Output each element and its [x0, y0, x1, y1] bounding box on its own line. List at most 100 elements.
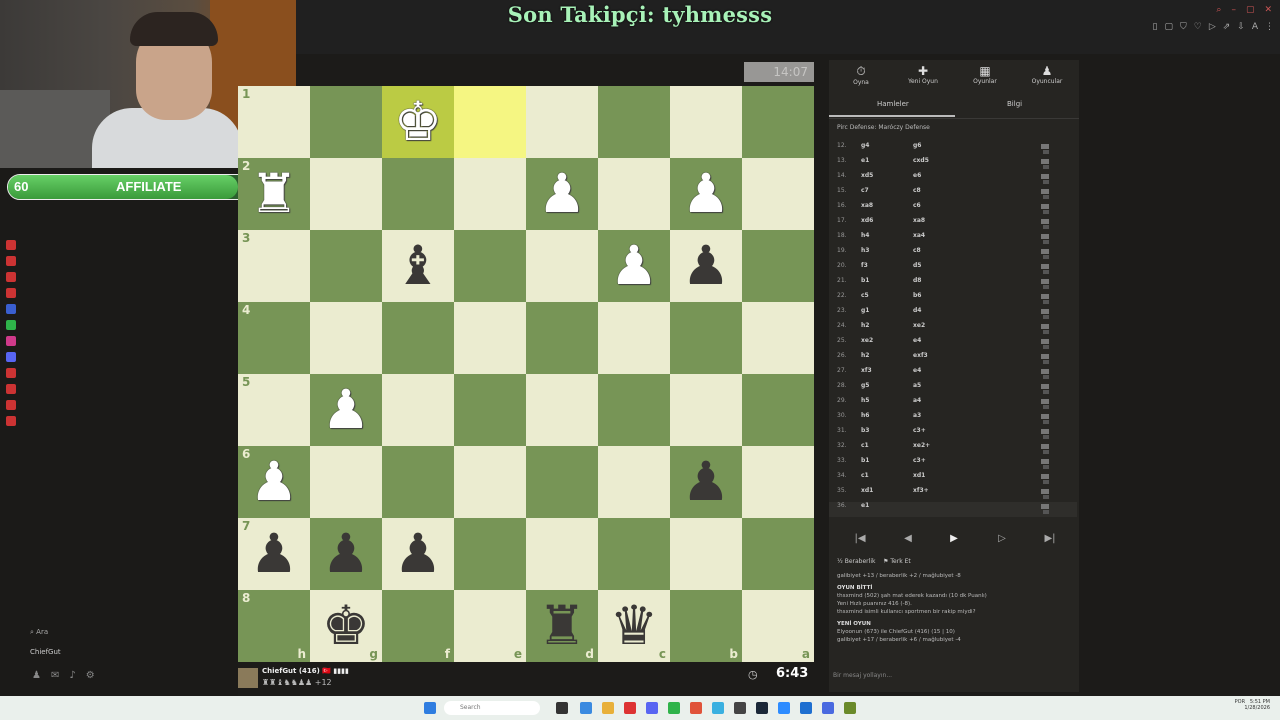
- black-king-piece[interactable]: ♚: [322, 599, 370, 653]
- board-square[interactable]: [598, 446, 670, 518]
- board-square[interactable]: [598, 518, 670, 590]
- board-square[interactable]: [598, 86, 670, 158]
- board-square[interactable]: 4: [238, 302, 310, 374]
- black-move[interactable]: xe2+: [913, 442, 930, 449]
- black-move[interactable]: a5: [913, 382, 921, 389]
- nav-players-button[interactable]: ♟ Oyuncular: [1017, 64, 1077, 85]
- taskbar-app-icon[interactable]: [646, 702, 658, 714]
- sidebar-app-icon[interactable]: [6, 304, 16, 314]
- white-move[interactable]: h3: [861, 247, 869, 254]
- white-pawn-piece[interactable]: ♟: [682, 167, 730, 221]
- board-square[interactable]: [454, 374, 526, 446]
- black-pawn-piece[interactable]: ♟: [250, 527, 298, 581]
- sidebar-app-icon[interactable]: [6, 400, 16, 410]
- white-move[interactable]: g5: [861, 382, 869, 389]
- maximize-icon[interactable]: ▢: [1246, 5, 1255, 15]
- player-name[interactable]: ChiefGut (416) 🇹🇷 ▮▮▮▮: [262, 667, 349, 675]
- board-square[interactable]: g ♚: [310, 590, 382, 662]
- black-pawn-piece[interactable]: ♟: [322, 527, 370, 581]
- sidebar-app-icon[interactable]: [6, 288, 16, 298]
- board-square[interactable]: 1: [238, 86, 310, 158]
- download-icon[interactable]: ⇩: [1237, 22, 1245, 32]
- white-move[interactable]: xd1: [861, 487, 873, 494]
- black-bishop-piece[interactable]: ♝: [394, 239, 442, 293]
- board-square[interactable]: 7 ♟: [238, 518, 310, 590]
- black-move[interactable]: xe2: [913, 322, 925, 329]
- black-move[interactable]: b6: [913, 292, 921, 299]
- white-move[interactable]: xd5: [861, 172, 873, 179]
- board-square[interactable]: [382, 302, 454, 374]
- move-row[interactable]: 20. f3 d5: [829, 262, 1077, 277]
- white-move[interactable]: h2: [861, 322, 869, 329]
- white-move[interactable]: h4: [861, 232, 869, 239]
- white-pawn-piece[interactable]: ♟: [538, 167, 586, 221]
- tab-icon[interactable]: ▢: [1164, 22, 1173, 32]
- chat-input[interactable]: Bir mesaj yollayın...: [833, 672, 1071, 686]
- black-move[interactable]: a3: [913, 412, 921, 419]
- board-square[interactable]: [454, 446, 526, 518]
- white-move[interactable]: c7: [861, 187, 869, 194]
- browser-toolbar-icons[interactable]: ▯ ▢ ⛉ ♡ ▷ ⇗ ⇩ A ⋮: [1153, 22, 1275, 32]
- board-square[interactable]: [670, 374, 742, 446]
- board-square[interactable]: 3: [238, 230, 310, 302]
- board-square[interactable]: [310, 302, 382, 374]
- move-row[interactable]: 30. h6 a3: [829, 412, 1077, 427]
- board-square[interactable]: ♟: [670, 446, 742, 518]
- move-row[interactable]: 21. b1 d8: [829, 277, 1077, 292]
- board-square[interactable]: 6 ♟: [238, 446, 310, 518]
- board-square[interactable]: [670, 518, 742, 590]
- board-square[interactable]: [454, 158, 526, 230]
- white-pawn-piece[interactable]: ♟: [610, 239, 658, 293]
- left-search[interactable]: ⌕ Ara: [30, 628, 48, 637]
- board-square[interactable]: ♟: [382, 518, 454, 590]
- nav-play-button[interactable]: ⏱ Oyna: [831, 64, 891, 86]
- taskbar-app-icon[interactable]: [822, 702, 834, 714]
- sidebar-app-icon[interactable]: [6, 320, 16, 330]
- white-move[interactable]: h2: [861, 352, 869, 359]
- move-row[interactable]: 13. e1 cxd5: [829, 157, 1077, 172]
- black-rook-piece[interactable]: ♜: [538, 599, 586, 653]
- board-square[interactable]: [598, 302, 670, 374]
- play-icon[interactable]: ▷: [1209, 22, 1216, 32]
- black-move[interactable]: e4: [913, 337, 921, 344]
- board-square[interactable]: [670, 86, 742, 158]
- black-pawn-piece[interactable]: ♟: [682, 455, 730, 509]
- board-square[interactable]: [526, 86, 598, 158]
- board-square[interactable]: ♟: [598, 230, 670, 302]
- play-button[interactable]: ▶: [941, 530, 967, 548]
- translate-icon[interactable]: A: [1252, 22, 1258, 32]
- board-square[interactable]: ♝: [382, 230, 454, 302]
- board-square[interactable]: ♟: [670, 230, 742, 302]
- white-move[interactable]: h5: [861, 397, 869, 404]
- white-move[interactable]: c1: [861, 442, 869, 449]
- move-row[interactable]: 14. xd5 e6: [829, 172, 1077, 187]
- taskbar-app-icon[interactable]: [690, 702, 702, 714]
- board-square[interactable]: [526, 446, 598, 518]
- black-move[interactable]: c6: [913, 202, 921, 209]
- black-move[interactable]: cxd5: [913, 157, 929, 164]
- users-icon[interactable]: ♟: [32, 670, 41, 681]
- taskbar-search[interactable]: Search: [444, 701, 540, 715]
- black-move[interactable]: e4: [913, 367, 921, 374]
- board-square[interactable]: [526, 374, 598, 446]
- white-move[interactable]: xd6: [861, 217, 873, 224]
- white-move[interactable]: e1: [861, 157, 869, 164]
- board-square[interactable]: [454, 518, 526, 590]
- black-move[interactable]: d5: [913, 262, 921, 269]
- move-row[interactable]: 24. h2 xe2: [829, 322, 1077, 337]
- black-move[interactable]: exf3: [913, 352, 928, 359]
- black-move[interactable]: xf3+: [913, 487, 929, 494]
- white-rook-piece[interactable]: ♜: [250, 167, 298, 221]
- board-square[interactable]: [526, 230, 598, 302]
- bookmark-icon[interactable]: ▯: [1153, 22, 1158, 32]
- white-move[interactable]: b3: [861, 427, 869, 434]
- black-pawn-piece[interactable]: ♟: [682, 239, 730, 293]
- move-row[interactable]: 17. xd6 xa8: [829, 217, 1077, 232]
- draw-button[interactable]: ½ Beraberlik: [837, 558, 875, 565]
- board-square[interactable]: [742, 230, 814, 302]
- board-square[interactable]: [382, 158, 454, 230]
- taskbar-app-icon[interactable]: [580, 702, 592, 714]
- steam-icon[interactable]: [756, 702, 768, 714]
- sidebar-app-icon[interactable]: [6, 336, 16, 346]
- white-pawn-piece[interactable]: ♟: [322, 383, 370, 437]
